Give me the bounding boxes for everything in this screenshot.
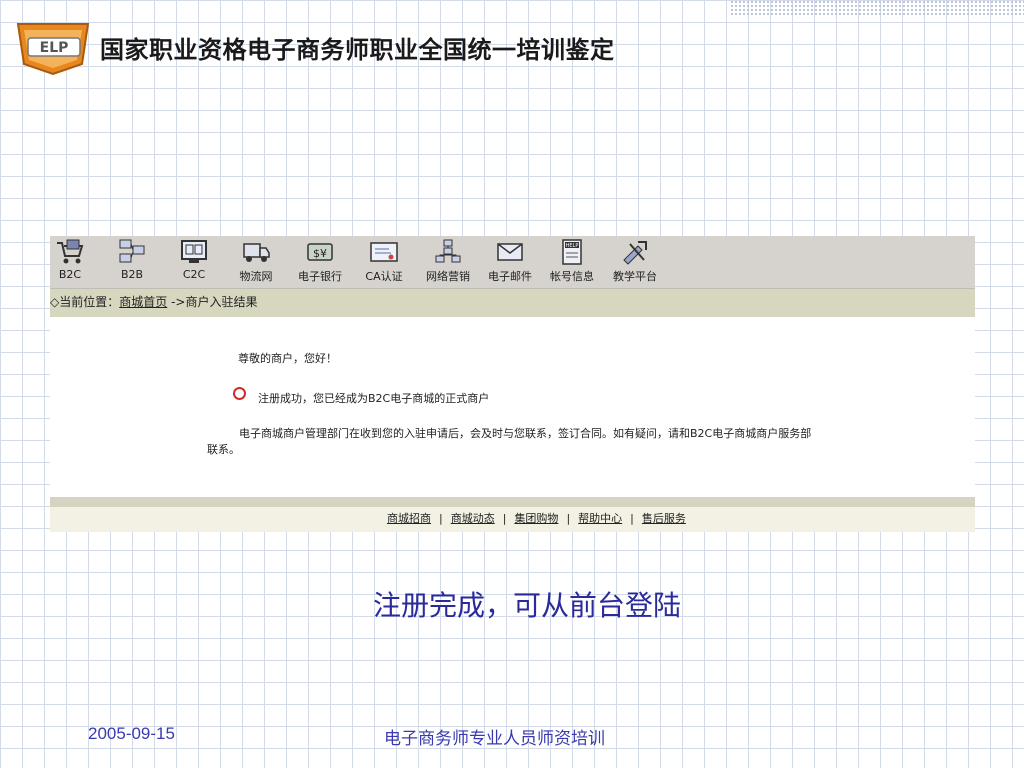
info-line-2: 联系。 <box>207 443 240 456</box>
toolbar-item-account[interactable]: HELP 帐号信息 <box>542 238 602 286</box>
breadcrumb: ◇当前位置：商城首页 ->商户入驻结果 <box>50 289 975 317</box>
sitemap-icon <box>435 239 461 263</box>
toolbar-label: 教学平台 <box>613 270 657 283</box>
breadcrumb-prefix: ◇当前位置： <box>50 295 120 309</box>
separator: | <box>630 512 634 525</box>
success-marker-icon <box>233 387 246 400</box>
svg-text:HELP: HELP <box>566 243 579 249</box>
slide-caption: 注册完成，可从前台登陆 <box>372 589 681 622</box>
slide-date: 2005-09-15 <box>88 724 175 743</box>
separator: | <box>439 512 443 525</box>
toolbar-item-email[interactable]: 电子邮件 <box>480 238 540 286</box>
certificate-icon <box>370 242 398 262</box>
toolbar-label: B2C <box>58 268 82 281</box>
footer-link-news[interactable]: 商城动态 <box>451 512 495 525</box>
toolbar-label: 网络营销 <box>426 270 470 283</box>
network-computers-icon <box>119 239 145 263</box>
info-line-1: 电子商城商户管理部门在收到您的入驻申请后，会及时与您联系，签订合同。如有疑问，请… <box>239 427 812 440</box>
toolbar-item-c2c[interactable]: C2C <box>164 238 224 286</box>
toolbar-label: 电子银行 <box>298 270 342 283</box>
toolbar-item-b2b[interactable]: B2B <box>102 238 162 286</box>
footer-link-after-sales[interactable]: 售后服务 <box>642 512 686 525</box>
shopping-cart-icon <box>57 239 84 264</box>
toolbar-item-logistics[interactable]: 物流网 <box>226 238 286 286</box>
toolbar-item-marketing[interactable]: 网络营销 <box>418 238 478 286</box>
help-book-icon: HELP <box>562 239 582 265</box>
footer-link-recruit[interactable]: 商城招商 <box>387 512 431 525</box>
toolbar-label: C2C <box>182 268 206 281</box>
svg-text:$¥: $¥ <box>313 247 327 260</box>
breadcrumb-home-link[interactable]: 商城首页 <box>119 295 167 309</box>
toolbar-item-teaching[interactable]: 教学平台 <box>605 238 665 286</box>
nav-toolbar: B2C B2B C2C 物流网 $¥ 电子银行 CA认证 网络营销 电子邮件 H… <box>50 236 975 289</box>
money-icon: $¥ <box>307 243 333 261</box>
decorative-dot-strip <box>730 0 1024 16</box>
toolbar-label: 电子邮件 <box>488 270 532 283</box>
toolbar-item-ca[interactable]: CA认证 <box>354 238 414 286</box>
footer-divider <box>50 497 975 507</box>
footer-link-help[interactable]: 帮助中心 <box>578 512 622 525</box>
footer-link-group-buy[interactable]: 集团购物 <box>514 512 558 525</box>
toolbar-label: B2B <box>120 268 144 281</box>
success-text: 注册成功，您已经成为B2C电子商城的正式商户 <box>258 392 490 405</box>
info-text: 电子商城商户管理部门在收到您的入驻申请后，会及时与您联系，签订合同。如有疑问，请… <box>207 426 927 458</box>
toolbar-item-ebank[interactable]: $¥ 电子银行 <box>290 238 350 286</box>
elp-logo: ELP <box>16 23 90 76</box>
page-header-title: 国家职业资格电子商务师职业全国统一培训鉴定 <box>100 36 615 64</box>
greeting-text: 尊敬的商户，您好！ <box>238 352 337 365</box>
footer-links: 商城招商 | 商城动态 | 集团购物 | 帮助中心 | 售后服务 <box>50 507 975 532</box>
svg-text:ELP: ELP <box>40 40 69 56</box>
toolbar-label: CA认证 <box>365 270 403 283</box>
computer-icon <box>181 240 207 263</box>
breadcrumb-current: ->商户入驻结果 <box>167 295 258 309</box>
toolbar-item-b2c[interactable]: B2C <box>50 238 100 286</box>
mail-icon <box>497 243 523 261</box>
toolbar-label: 帐号信息 <box>550 270 594 283</box>
tools-icon <box>623 241 647 265</box>
toolbar-label: 物流网 <box>239 270 273 283</box>
truck-icon <box>243 243 270 262</box>
separator: | <box>502 512 507 525</box>
separator: | <box>566 512 571 525</box>
slide-footer-text: 电子商务师专业人员师资培训 <box>384 729 605 749</box>
browser-screenshot: B2C B2B C2C 物流网 $¥ 电子银行 CA认证 网络营销 电子邮件 H… <box>50 236 975 532</box>
